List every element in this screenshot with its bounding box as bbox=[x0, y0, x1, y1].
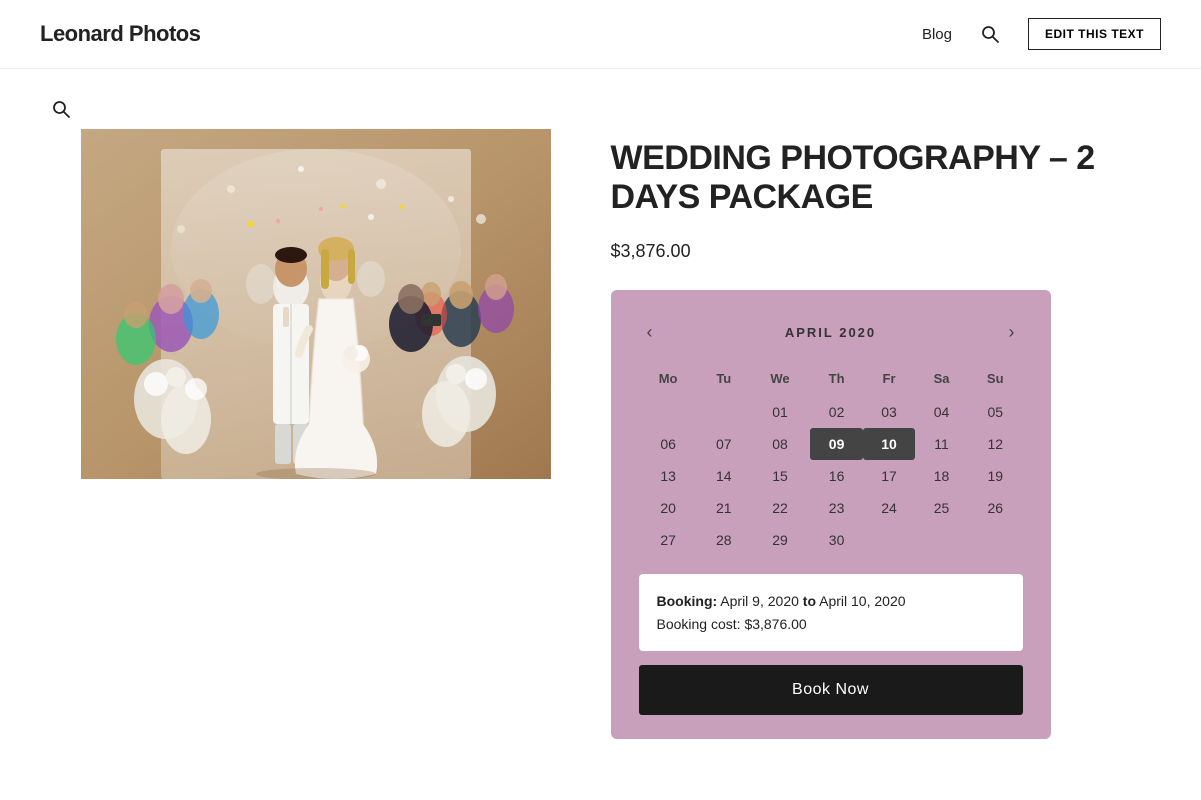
product-image bbox=[81, 129, 551, 479]
calendar-week-row: 27282930 bbox=[639, 524, 1023, 556]
calendar-nav: ‹ APRIL 2020 › bbox=[639, 318, 1023, 347]
calendar-next-button[interactable]: › bbox=[1000, 318, 1022, 347]
calendar-day-18[interactable]: 18 bbox=[915, 460, 968, 492]
calendar-day-19[interactable]: 19 bbox=[968, 460, 1023, 492]
calendar-header-row: Mo Tu We Th Fr Sa Su bbox=[639, 365, 1023, 396]
calendar-week-row: 13141516171819 bbox=[639, 460, 1023, 492]
site-logo: Leonard Photos bbox=[40, 21, 200, 47]
cal-header-we: We bbox=[750, 365, 810, 396]
calendar-day-25[interactable]: 25 bbox=[915, 492, 968, 524]
calendar-prev-button[interactable]: ‹ bbox=[639, 318, 661, 347]
cal-header-mo: Mo bbox=[639, 365, 698, 396]
calendar-empty-cell bbox=[639, 396, 698, 428]
cal-header-th: Th bbox=[810, 365, 863, 396]
calendar-week-row: 06070809101112 bbox=[639, 428, 1023, 460]
calendar-day-08[interactable]: 08 bbox=[750, 428, 810, 460]
product-price: $3,876.00 bbox=[611, 241, 1161, 262]
calendar-day-15[interactable]: 15 bbox=[750, 460, 810, 492]
calendar-day-09[interactable]: 09 bbox=[810, 428, 863, 460]
calendar-day-05[interactable]: 05 bbox=[968, 396, 1023, 428]
calendar-day-07[interactable]: 07 bbox=[698, 428, 750, 460]
image-zoom-icon[interactable] bbox=[51, 99, 71, 119]
search-icon[interactable] bbox=[980, 24, 1000, 44]
calendar-day-21[interactable]: 21 bbox=[698, 492, 750, 524]
main-content: WEDDING PHOTOGRAPHY – 2 DAYS PACKAGE $3,… bbox=[1, 69, 1201, 799]
cal-header-sa: Sa bbox=[915, 365, 968, 396]
calendar-day-30[interactable]: 30 bbox=[810, 524, 863, 556]
calendar-month-label: APRIL 2020 bbox=[785, 325, 876, 340]
booking-end-date: April 10, 2020 bbox=[819, 593, 905, 609]
booking-cost: Booking cost: $3,876.00 bbox=[657, 616, 807, 632]
cal-header-su: Su bbox=[968, 365, 1023, 396]
calendar-widget: ‹ APRIL 2020 › Mo Tu We Th Fr Sa Su bbox=[611, 290, 1051, 739]
calendar-day-11[interactable]: 11 bbox=[915, 428, 968, 460]
calendar-day-26[interactable]: 26 bbox=[968, 492, 1023, 524]
calendar-day-14[interactable]: 14 bbox=[698, 460, 750, 492]
header-right: Blog EDIT THIS TEXT bbox=[922, 18, 1161, 50]
calendar-table: Mo Tu We Th Fr Sa Su 0102030405060708091… bbox=[639, 365, 1023, 556]
calendar-empty-cell bbox=[968, 524, 1023, 556]
book-now-button[interactable]: Book Now bbox=[639, 665, 1023, 715]
image-section bbox=[81, 129, 551, 479]
calendar-day-29[interactable]: 29 bbox=[750, 524, 810, 556]
calendar-day-17[interactable]: 17 bbox=[863, 460, 915, 492]
booking-info-box: Booking: April 9, 2020 to April 10, 2020… bbox=[639, 574, 1023, 651]
calendar-day-24[interactable]: 24 bbox=[863, 492, 915, 524]
calendar-day-22[interactable]: 22 bbox=[750, 492, 810, 524]
product-section: WEDDING PHOTOGRAPHY – 2 DAYS PACKAGE $3,… bbox=[611, 129, 1161, 739]
calendar-empty-cell bbox=[863, 524, 915, 556]
calendar-day-16[interactable]: 16 bbox=[810, 460, 863, 492]
calendar-day-06[interactable]: 06 bbox=[639, 428, 698, 460]
calendar-day-12[interactable]: 12 bbox=[968, 428, 1023, 460]
booking-start-date: April 9, 2020 bbox=[720, 593, 799, 609]
nav-blog-link[interactable]: Blog bbox=[922, 26, 952, 43]
calendar-empty-cell bbox=[698, 396, 750, 428]
calendar-week-row: 20212223242526 bbox=[639, 492, 1023, 524]
cal-header-tu: Tu bbox=[698, 365, 750, 396]
calendar-day-10[interactable]: 10 bbox=[863, 428, 915, 460]
calendar-day-20[interactable]: 20 bbox=[639, 492, 698, 524]
calendar-day-23[interactable]: 23 bbox=[810, 492, 863, 524]
edit-text-button[interactable]: EDIT THIS TEXT bbox=[1028, 18, 1161, 50]
calendar-day-03[interactable]: 03 bbox=[863, 396, 915, 428]
calendar-week-row: 0102030405 bbox=[639, 396, 1023, 428]
cal-header-fr: Fr bbox=[863, 365, 915, 396]
calendar-day-04[interactable]: 04 bbox=[915, 396, 968, 428]
header: Leonard Photos Blog EDIT THIS TEXT bbox=[0, 0, 1201, 69]
booking-to-label: to bbox=[803, 593, 816, 609]
calendar-empty-cell bbox=[915, 524, 968, 556]
calendar-day-28[interactable]: 28 bbox=[698, 524, 750, 556]
calendar-day-27[interactable]: 27 bbox=[639, 524, 698, 556]
calendar-day-13[interactable]: 13 bbox=[639, 460, 698, 492]
booking-label: Booking: bbox=[657, 593, 721, 609]
calendar-day-02[interactable]: 02 bbox=[810, 396, 863, 428]
product-title: WEDDING PHOTOGRAPHY – 2 DAYS PACKAGE bbox=[611, 139, 1161, 217]
calendar-day-01[interactable]: 01 bbox=[750, 396, 810, 428]
